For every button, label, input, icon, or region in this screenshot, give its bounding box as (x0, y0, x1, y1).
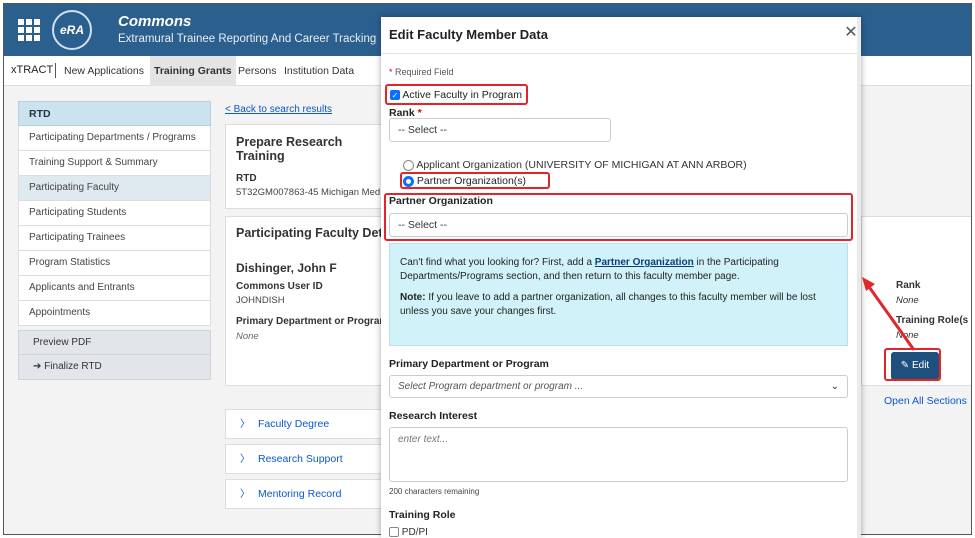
commons-id-value: JOHNDISH (236, 295, 285, 306)
info-note: Note: If you leave to add a partner orga… (400, 291, 837, 319)
training-role-pdpi[interactable]: PD/PI (389, 527, 428, 538)
person-name: Dishinger, John F (236, 261, 337, 275)
training-role-value: None (896, 330, 919, 341)
info-note-label: Note: (400, 292, 426, 303)
highlight-active-faculty (385, 84, 528, 105)
nav-persons[interactable]: Persons (234, 56, 281, 86)
applicant-org-label: Applicant Organization (UNIVERSITY OF MI… (416, 159, 747, 171)
highlight-edit-button (884, 348, 941, 381)
finalize-label: Finalize RTD (44, 361, 102, 372)
info-text-pre: Can't find what you looking for? First, … (400, 257, 595, 268)
chevron-down-icon: ⌄ (830, 381, 839, 392)
accordion-label: Mentoring Record (258, 488, 342, 500)
nav-brand[interactable]: xTRACT (11, 64, 53, 76)
pdpi-label: PD/PI (401, 527, 428, 538)
org-option-applicant[interactable]: Applicant Organization (UNIVERSITY OF MI… (403, 159, 747, 171)
sidebar: RTD Participating Departments / Programs… (18, 101, 211, 380)
apps-grid-icon[interactable] (18, 19, 40, 41)
chars-remaining: 200 characters remaining (389, 487, 480, 496)
rtd-value: 5T32GM007863-45 Michigan Med (236, 187, 381, 198)
nav-training-grants[interactable]: Training Grants (150, 56, 236, 86)
era-logo: eRA (52, 10, 92, 50)
rtd-label: RTD (236, 173, 257, 184)
modal-scrollbar[interactable] (857, 17, 861, 538)
rank-select[interactable]: -- Select -- (389, 118, 611, 142)
required-note: * Required Field (389, 67, 454, 77)
accordion-faculty-degree[interactable]: 〉 Faculty Degree (225, 409, 385, 439)
open-all-sections-link[interactable]: Open All Sections (884, 395, 967, 407)
accordion-label: Research Support (258, 453, 343, 465)
nav-new-applications[interactable]: New Applications (60, 56, 148, 86)
primary-dept-value: None (236, 331, 259, 342)
rank-label: Rank (896, 280, 921, 291)
back-to-search-link[interactable]: < Back to search results (225, 104, 332, 115)
highlight-partner-org-field (384, 193, 853, 241)
applicant-org-radio[interactable] (403, 159, 414, 171)
pdpi-checkbox[interactable] (389, 527, 399, 538)
primary-dept-label: Primary Department or Program (236, 316, 389, 327)
partner-org-info-alert: Can't find what you looking for? First, … (389, 243, 848, 346)
highlight-partner-option (400, 172, 550, 189)
prepare-card: Prepare Research Training RTD 5T32GM0078… (225, 124, 385, 209)
finalize-rtd-button[interactable]: ➔ Finalize RTD (18, 355, 211, 380)
app-subtitle: Extramural Trainee Reporting And Career … (118, 33, 377, 45)
required-note-text: Required Field (395, 67, 454, 77)
commons-id-label: Commons User ID (236, 281, 323, 292)
chevron-right-icon: 〉 (240, 454, 250, 465)
nav-institution-data[interactable]: Institution Data (280, 56, 358, 86)
accordion-label: Faculty Degree (258, 418, 330, 430)
sidebar-item-appointments[interactable]: Appointments (18, 301, 211, 326)
arrow-right-icon: ➔ (33, 361, 45, 372)
sidebar-item-program-statistics[interactable]: Program Statistics (18, 251, 211, 276)
sidebar-item-training-support[interactable]: Training Support & Summary (18, 151, 211, 176)
modal-header: Edit Faculty Member Data ✕ (381, 17, 861, 54)
nav-divider (55, 63, 56, 78)
research-interest-textarea[interactable]: enter text... (389, 427, 848, 482)
primary-dept-select[interactable]: Select Program department or program ...… (389, 375, 848, 398)
faculty-details-card: Participating Faculty Detai Dishinger, J… (225, 216, 393, 386)
training-role-label: Training Role(s (896, 315, 969, 326)
sidebar-item-applicants[interactable]: Applicants and Entrants (18, 276, 211, 301)
primary-dept-field-label: Primary Department or Program (389, 358, 549, 370)
info-note-text: If you leave to add a partner organizati… (400, 292, 816, 317)
sidebar-head: RTD (18, 101, 211, 126)
rank-value: None (896, 295, 919, 306)
modal-title: Edit Faculty Member Data (389, 27, 548, 42)
faculty-details-title: Participating Faculty Detai (236, 226, 393, 240)
prepare-title: Prepare Research Training (236, 135, 343, 163)
sidebar-item-participating-faculty[interactable]: Participating Faculty (18, 176, 211, 201)
chevron-right-icon: 〉 (240, 489, 250, 500)
sidebar-item-trainees[interactable]: Participating Trainees (18, 226, 211, 251)
info-line-1: Can't find what you looking for? First, … (400, 256, 837, 284)
app-title: Commons (118, 13, 192, 30)
preview-pdf-button[interactable]: Preview PDF (18, 330, 211, 355)
accordion-mentoring-record[interactable]: 〉 Mentoring Record (225, 479, 385, 509)
chevron-right-icon: 〉 (240, 419, 250, 430)
accordion-research-support[interactable]: 〉 Research Support (225, 444, 385, 474)
training-role-field-label: Training Role (389, 509, 456, 521)
primary-dept-placeholder: Select Program department or program ... (398, 381, 584, 392)
sidebar-item-students[interactable]: Participating Students (18, 201, 211, 226)
sidebar-item-departments[interactable]: Participating Departments / Programs (18, 126, 211, 151)
partner-organization-link[interactable]: Partner Organization (595, 257, 694, 268)
research-interest-label: Research Interest (389, 410, 478, 422)
